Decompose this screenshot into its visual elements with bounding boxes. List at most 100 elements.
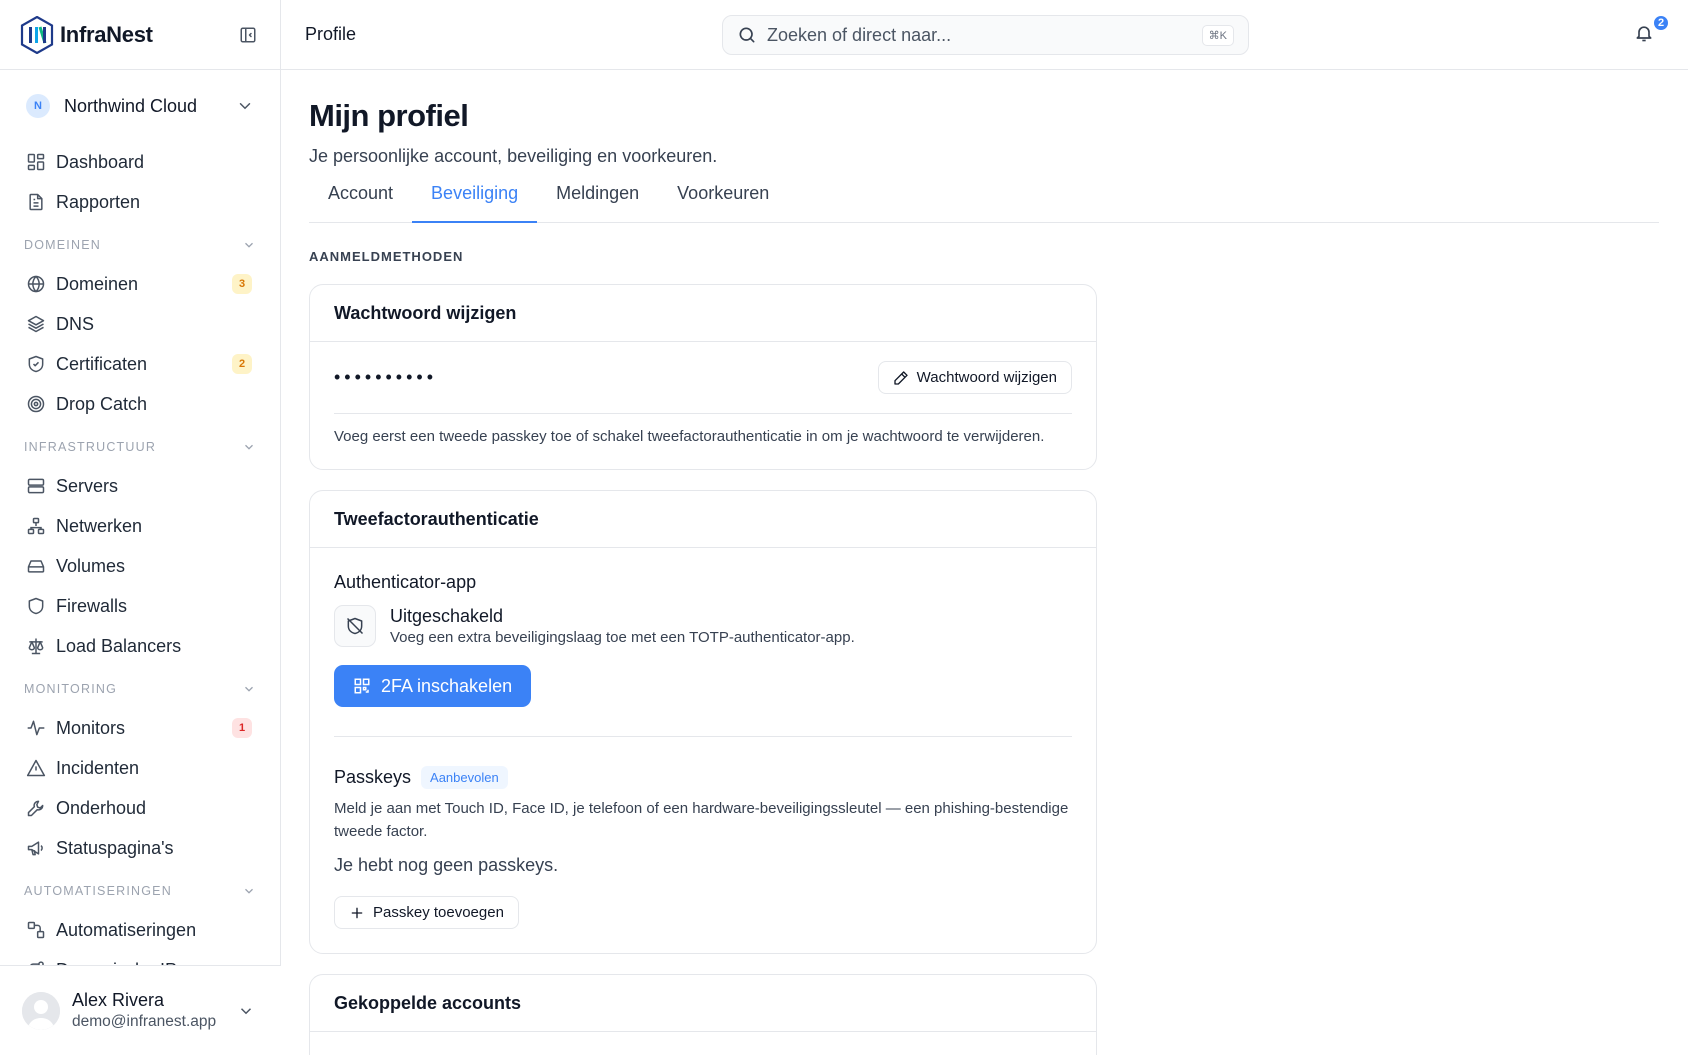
org-switcher[interactable]: N Northwind Cloud	[0, 70, 280, 142]
shield-off-icon	[346, 617, 364, 635]
bell-icon	[1636, 26, 1652, 42]
search-icon	[739, 27, 755, 43]
section-toggle-monitoring[interactable]: MONITORING	[0, 670, 280, 708]
chevron-down-icon	[245, 242, 253, 248]
qr-code-icon	[354, 678, 370, 694]
authenticator-title: Authenticator-app	[334, 572, 477, 592]
shield-icon	[28, 597, 44, 615]
sidebar-item-drop-catch[interactable]: Drop Catch	[0, 384, 280, 424]
sidebar-item-certificaten[interactable]: Certificaten 2	[0, 344, 280, 384]
section-toggle-infrastructuur[interactable]: INFRASTRUCTUUR	[0, 428, 280, 466]
notifications-button[interactable]: 2	[1634, 14, 1670, 47]
count-badge: 3	[232, 274, 252, 294]
sidebar-item-label: Rapporten	[56, 191, 141, 212]
tab-beveiliging[interactable]: Beveiliging	[412, 177, 538, 223]
sidebar-toggle-icon	[240, 27, 256, 42]
section-toggle-automatiseringen[interactable]: AUTOMATISERINGEN	[0, 872, 280, 910]
notification-count-badge: 2	[1652, 14, 1670, 32]
sidebar-item-label: Statuspagina's	[56, 837, 174, 858]
user-menu[interactable]: Alex Rivera demo@infranest.app	[0, 965, 281, 1055]
sidebar-item-dashboard[interactable]: Dashboard	[0, 142, 280, 182]
tab-meldingen[interactable]: Meldingen	[537, 177, 658, 222]
sidebar-item-label: Incidenten	[56, 757, 140, 778]
report-icon	[29, 193, 43, 211]
pencil-icon	[893, 370, 908, 385]
search-input[interactable]: Zoeken of direct naar... ⌘K	[722, 15, 1249, 55]
chevron-down-icon	[245, 444, 253, 450]
section-label: AANMELDMETHODEN	[309, 249, 464, 264]
logo-bar: InfraNest	[0, 0, 280, 70]
tab-voorkeuren[interactable]: Voorkeuren	[658, 177, 788, 222]
dashboard-icon	[27, 153, 45, 171]
linked-accounts-note: Koppel Google of GitHub om sneller in te…	[334, 1032, 1072, 1055]
shortcut-hint: ⌘K	[1201, 24, 1234, 46]
sidebar-item-incidenten[interactable]: Incidenten	[0, 748, 280, 788]
sidebar-item-label: Certificaten	[56, 353, 148, 374]
sidebar-item-label: Automatiseringen	[56, 919, 197, 940]
sidebar-item-automatiseringen[interactable]: Automatiseringen	[0, 910, 280, 950]
page-subtitle: Je persoonlijke account, beveiliging en …	[309, 146, 718, 166]
password-card: Wachtwoord wijzigen •••••••••• Wachtwoor…	[309, 284, 1097, 470]
section-toggle-domeinen[interactable]: DOMEINEN	[0, 226, 280, 264]
sidebar: InfraNest N Northwind Cloud Dashboard Ra…	[0, 0, 281, 1055]
page-breadcrumb: Profile	[305, 24, 357, 44]
chevron-down-icon	[239, 103, 251, 110]
linked-accounts-card: Gekoppelde accounts Koppel Google of Git…	[309, 974, 1097, 1055]
infranest-logo-icon	[20, 15, 54, 54]
profile-tabs: Account Beveiliging Meldingen Voorkeuren	[309, 177, 1659, 223]
tab-account[interactable]: Account	[309, 177, 412, 222]
topbar: Profile Zoeken of direct naar... ⌘K 2	[281, 0, 1688, 70]
sidebar-item-label: Monitors	[56, 717, 126, 738]
enable-2fa-button[interactable]: 2FA inschakelen	[334, 665, 532, 707]
status-title: Uitgeschakeld	[390, 606, 504, 626]
sidebar-item-dns[interactable]: DNS	[0, 304, 280, 344]
user-name: Alex Rivera	[72, 990, 165, 1010]
sidebar-nav: Dashboard Rapporten DOMEINEN Domeinen 3 …	[0, 142, 280, 990]
user-info: Alex Rivera demo@infranest.app	[72, 990, 216, 1031]
add-passkey-button[interactable]: Passkey toevoegen	[334, 896, 519, 929]
activity-icon	[27, 720, 45, 736]
wrench-icon	[27, 800, 44, 817]
app-name: InfraNest	[60, 21, 153, 47]
sidebar-item-servers[interactable]: Servers	[0, 466, 280, 506]
target-icon	[27, 395, 45, 413]
sidebar-item-onderhoud[interactable]: Onderhoud	[0, 788, 280, 828]
authenticator-status: Uitgeschakeld Voeg een extra beveiliging…	[334, 605, 1072, 647]
sidebar-item-label: Netwerken	[56, 515, 143, 536]
status-icon-box	[334, 605, 376, 647]
sidebar-item-label: DNS	[56, 313, 95, 334]
twofa-card: Tweefactorauthenticatie Authenticator-ap…	[309, 490, 1097, 954]
sidebar-item-label: Volumes	[56, 555, 126, 576]
masked-password: ••••••••••	[334, 367, 438, 387]
button-label: 2FA inschakelen	[381, 675, 513, 696]
sidebar-item-label: Dashboard	[56, 151, 145, 172]
page-title: Mijn profiel	[309, 98, 469, 133]
password-note: Voeg eerst een tweede passkey toe of sch…	[334, 428, 1045, 445]
sidebar-item-label: Firewalls	[56, 595, 128, 616]
divider	[334, 736, 1072, 737]
change-password-button[interactable]: Wachtwoord wijzigen	[877, 361, 1072, 394]
sidebar-item-statuspaginas[interactable]: Statuspagina's	[0, 828, 280, 868]
section-title: MONITORING	[24, 682, 118, 696]
shield-check-icon	[28, 355, 44, 373]
user-avatar-icon	[22, 991, 60, 1030]
sidebar-item-label: Load Balancers	[56, 635, 182, 656]
count-badge: 2	[232, 354, 252, 374]
button-label: Wachtwoord wijzigen	[916, 369, 1057, 386]
sidebar-item-domeinen[interactable]: Domeinen 3	[0, 264, 280, 304]
sidebar-item-volumes[interactable]: Volumes	[0, 546, 280, 586]
sidebar-item-label: Domeinen	[56, 273, 139, 294]
sidebar-item-load-balancers[interactable]: Load Balancers	[0, 626, 280, 666]
sidebar-item-label: Servers	[56, 475, 119, 496]
sidebar-item-rapporten[interactable]: Rapporten	[0, 182, 280, 222]
layers-icon	[27, 315, 45, 333]
sidebar-item-netwerken[interactable]: Netwerken	[0, 506, 280, 546]
card-title: Wachtwoord wijzigen	[310, 285, 1096, 342]
avatar	[22, 991, 60, 1030]
sidebar-item-monitors[interactable]: Monitors 1	[0, 708, 280, 748]
network-icon	[27, 517, 45, 535]
section-title: DOMEINEN	[24, 238, 101, 252]
sidebar-collapse-button[interactable]	[236, 23, 260, 47]
sidebar-item-firewalls[interactable]: Firewalls	[0, 586, 280, 626]
passkeys-empty-state: Je hebt nog geen passkeys.	[334, 855, 559, 875]
